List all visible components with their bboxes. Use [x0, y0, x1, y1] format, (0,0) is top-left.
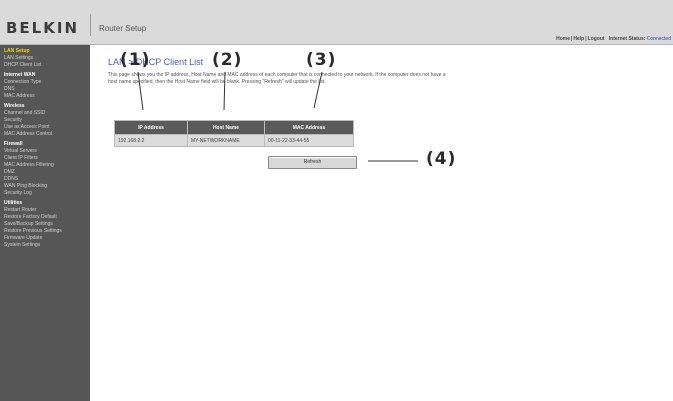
callout-line-3	[313, 71, 323, 109]
callout-line-2	[223, 71, 226, 111]
callout-2: (2)	[212, 50, 243, 70]
callout-lines	[137, 71, 418, 162]
callout-3: (3)	[306, 50, 337, 70]
callout-4: (4)	[426, 149, 457, 169]
callout-1: (1)	[120, 50, 151, 70]
callout-line-1	[137, 71, 144, 111]
